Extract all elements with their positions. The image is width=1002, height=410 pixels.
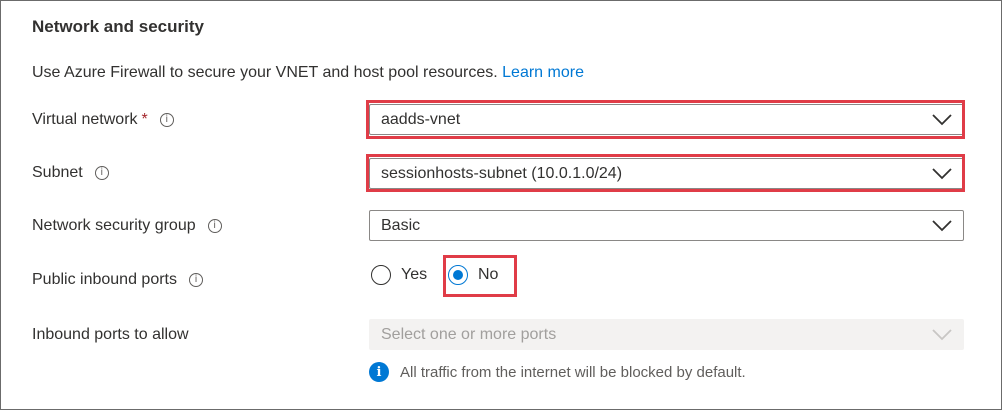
radio-yes-label: Yes	[401, 266, 428, 283]
public-inbound-ports-label: Public inbound ports	[32, 271, 177, 288]
virtual-network-label-row: Virtual network * i	[32, 111, 174, 129]
inbound-ports-placeholder: Select one or more ports	[381, 325, 557, 343]
subnet-label-row: Subnet i	[32, 164, 109, 182]
subnet-dropdown[interactable]: sessionhosts-subnet (10.0.1.0/24)	[369, 158, 964, 189]
subnet-value: sessionhosts-subnet (10.0.1.0/24)	[381, 164, 623, 182]
radio-no[interactable]: No	[448, 265, 498, 285]
info-filled-icon: i	[369, 362, 389, 382]
learn-more-link[interactable]: Learn more	[502, 64, 584, 81]
radio-dot	[453, 270, 463, 280]
section-title: Network and security	[32, 17, 204, 36]
radio-yes[interactable]: Yes	[371, 265, 427, 285]
chevron-down-icon	[932, 113, 952, 125]
subnet-label: Subnet	[32, 164, 83, 181]
inbound-ports-dropdown[interactable]: Select one or more ports	[369, 319, 964, 350]
inbound-ports-note: i All traffic from the internet will be …	[369, 362, 746, 382]
info-icon[interactable]: i	[159, 113, 174, 127]
virtual-network-dropdown[interactable]: aadds-vnet	[369, 104, 964, 135]
nsg-value: Basic	[381, 216, 421, 234]
inbound-ports-label: Inbound ports to allow	[32, 326, 189, 343]
chevron-down-icon	[932, 328, 952, 340]
nsg-label-row: Network security group i	[32, 217, 222, 235]
intro-text-row: Use Azure Firewall to secure your VNET a…	[32, 64, 584, 82]
inbound-ports-label-row: Inbound ports to allow	[32, 326, 189, 344]
info-icon[interactable]: i	[188, 273, 203, 287]
required-indicator: *	[141, 111, 148, 128]
intro-text: Use Azure Firewall to secure your VNET a…	[32, 64, 498, 81]
network-security-panel: Network and security Use Azure Firewall …	[0, 0, 1002, 410]
public-inbound-ports-label-row: Public inbound ports i	[32, 271, 203, 289]
info-icon[interactable]: i	[94, 166, 109, 180]
inbound-ports-note-text: All traffic from the internet will be bl…	[400, 363, 746, 381]
nsg-dropdown[interactable]: Basic	[369, 210, 964, 241]
radio-circle-unchecked[interactable]	[371, 265, 391, 285]
info-icon[interactable]: i	[207, 219, 222, 233]
virtual-network-label: Virtual network	[32, 111, 138, 128]
virtual-network-value: aadds-vnet	[381, 110, 461, 128]
nsg-label: Network security group	[32, 217, 196, 234]
chevron-down-icon	[932, 219, 952, 231]
chevron-down-icon	[932, 167, 952, 179]
radio-circle-checked[interactable]	[448, 265, 468, 285]
radio-no-label: No	[478, 266, 499, 283]
